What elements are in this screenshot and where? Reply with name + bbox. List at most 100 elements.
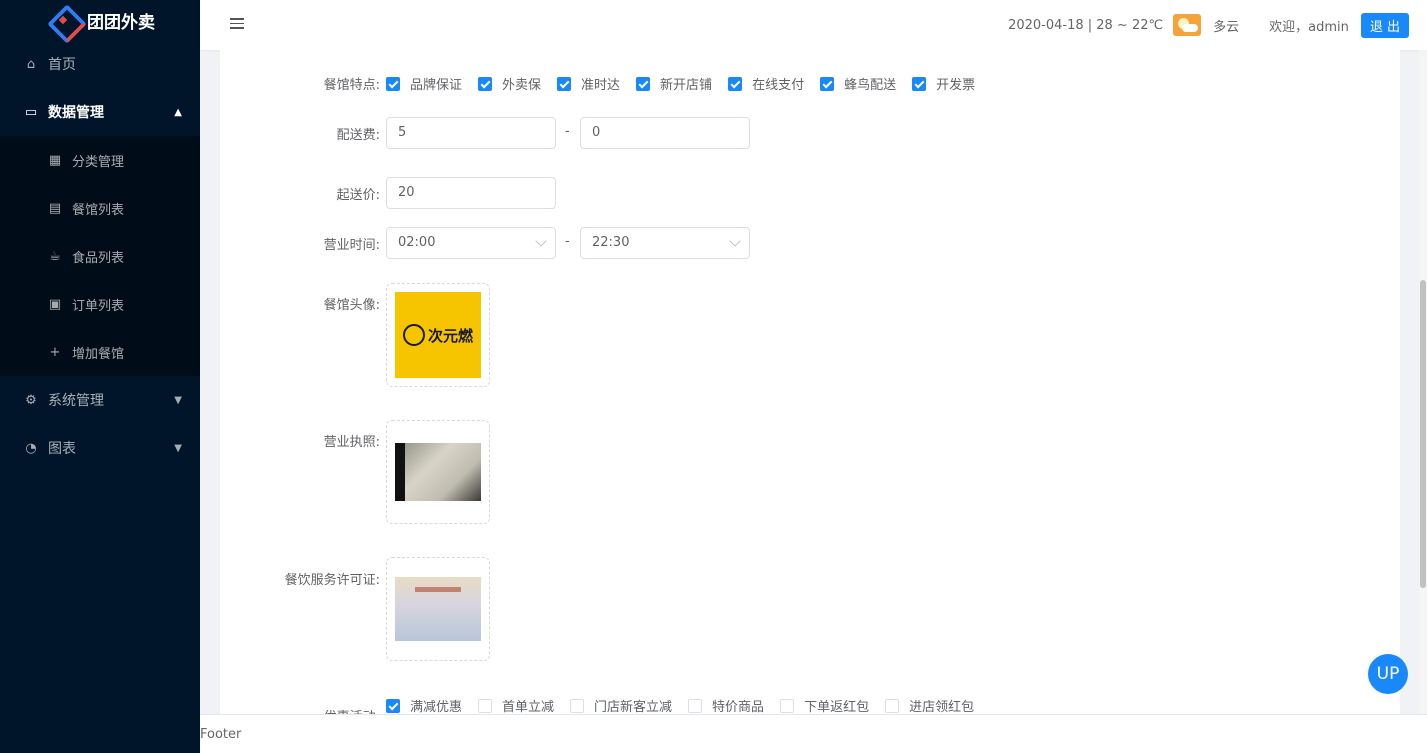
menu-label-category: 分类管理 <box>72 154 125 170</box>
license-label: 营业执照: <box>323 435 380 450</box>
avatar-label: 餐馆头像: <box>323 298 380 313</box>
menu-item-food-list[interactable]: ☕ 食品列表 <box>0 232 200 280</box>
chevron-down-icon: ▼ <box>174 442 182 454</box>
scrollbar[interactable] <box>1419 50 1427 714</box>
promo-label: 优惠活动: <box>220 706 380 714</box>
feature-checkbox[interactable]: 品牌保证 <box>386 74 462 93</box>
home-icon: ⌂ <box>26 56 36 72</box>
food-permit-image <box>395 577 481 641</box>
promo-checkbox[interactable]: 门店新客立减 <box>570 696 672 714</box>
menu-label-add-shop: 增加餐馆 <box>72 346 125 362</box>
promo-option-label: 特价商品 <box>712 700 765 714</box>
checkbox-checked-icon <box>728 76 743 91</box>
shop-icon: ▤ <box>48 200 62 216</box>
menu-item-order-list[interactable]: ▣ 订单列表 <box>0 280 200 328</box>
menu-label-shop-list: 餐馆列表 <box>72 202 125 218</box>
calendar-icon: ▣ <box>48 296 62 312</box>
sidebar: 团团外卖 ⌂ 首页 ▭ 数据管理 ▲ ▦ 分类管理 ▤ 餐馆列表 ☕ 食品列表 … <box>0 0 200 753</box>
feature-checkbox[interactable]: 准时达 <box>557 74 620 93</box>
menu-item-add-shop[interactable]: + 增加餐馆 <box>0 328 200 376</box>
chevron-down-icon <box>729 235 741 247</box>
checkbox-icon <box>780 698 795 713</box>
chevron-up-icon: ▲ <box>174 106 182 118</box>
grid-icon: ▦ <box>48 152 62 168</box>
permit-uploader[interactable] <box>386 557 490 661</box>
hours-label: 营业时间: <box>323 238 380 253</box>
promo-checkbox[interactable]: 下单返红包 <box>780 696 869 714</box>
menu-label-data: 数据管理 <box>48 105 104 121</box>
scrollbar-thumb[interactable] <box>1420 280 1426 588</box>
feature-checkbox[interactable]: 在线支付 <box>728 74 804 93</box>
menu-item-data-management[interactable]: ▭ 数据管理 ▲ <box>0 88 200 136</box>
promo-checkbox[interactable]: 进店领红包 <box>885 696 974 714</box>
min-order-input[interactable]: 20 <box>386 177 556 209</box>
feature-checkbox[interactable]: 新开店铺 <box>636 74 712 93</box>
delivery-fee-min-input[interactable]: 5 <box>386 117 556 149</box>
license-uploader[interactable] <box>386 420 490 524</box>
checkbox-checked-icon <box>478 76 493 91</box>
menu-item-category[interactable]: ▦ 分类管理 <box>0 136 200 184</box>
welcome-text: 欢迎，admin <box>1269 19 1349 35</box>
menu-label-charts: 图表 <box>48 441 76 457</box>
pie-chart-icon: ◔ <box>25 440 37 456</box>
coffee-icon: ☕ <box>49 248 61 264</box>
promo-option-label: 门店新客立减 <box>594 700 673 714</box>
feature-label: 开发票 <box>936 78 976 93</box>
shop-logo-mark <box>402 324 425 346</box>
checkbox-icon <box>478 698 493 713</box>
app-title: 团团外卖 <box>87 12 155 33</box>
promo-checkbox[interactable]: 首单立减 <box>478 696 554 714</box>
open-time-value: 02:00 <box>398 235 436 250</box>
feature-label: 外卖保 <box>502 78 542 93</box>
checkbox-checked-icon <box>912 76 927 91</box>
features-label: 餐馆特点: <box>323 78 380 93</box>
feature-label: 品牌保证 <box>410 78 463 93</box>
checkbox-icon <box>885 698 900 713</box>
menu-label-food-list: 食品列表 <box>72 250 125 266</box>
open-time-select[interactable]: 02:00 <box>386 227 556 259</box>
promo-checkbox[interactable]: 满减优惠 <box>386 696 462 714</box>
delivery-fee-label: 配送费: <box>336 128 380 143</box>
gear-icon: ⚙ <box>25 392 37 408</box>
range-dash: - <box>565 124 570 139</box>
delivery-fee-max-input[interactable]: 0 <box>580 117 750 149</box>
header-right: 2020-04-18 | 28 ~ 22℃ 多云 欢迎，admin 退 出 <box>1008 12 1409 38</box>
promo-option-label: 满减优惠 <box>410 700 463 714</box>
logout-button[interactable]: 退 出 <box>1360 12 1409 38</box>
close-time-value: 22:30 <box>592 235 630 250</box>
checkbox-icon <box>570 698 585 713</box>
logo-icon <box>48 5 78 35</box>
feature-checkbox[interactable]: 外卖保 <box>478 74 541 93</box>
cloudy-weather-icon <box>1173 14 1202 36</box>
promo-option-label: 首单立减 <box>502 700 555 714</box>
footer-text: Footer <box>200 726 242 742</box>
avatar-uploader[interactable]: 次元燃 <box>386 283 490 387</box>
promo-checkbox[interactable]: 特价商品 <box>688 696 764 714</box>
date-temperature: 2020-04-18 | 28 ~ 22℃ <box>1008 17 1164 33</box>
header: 2020-04-18 | 28 ~ 22℃ 多云 欢迎，admin 退 出 <box>200 0 1427 50</box>
shop-logo-text: 次元燃 <box>427 326 473 345</box>
checkbox-checked-icon <box>386 698 400 713</box>
menu-fold-icon[interactable] <box>230 18 244 32</box>
main-content: 餐馆特点: 品牌保证 外卖保 准时达 新开店铺 在线支付 蜂鸟配送 开发票 配送… <box>220 50 1400 714</box>
feature-label: 新开店铺 <box>660 78 713 93</box>
chevron-down-icon <box>535 235 547 247</box>
shop-avatar-image: 次元燃 <box>395 292 481 378</box>
menu-label-system: 系统管理 <box>48 393 104 409</box>
menu-item-shop-list[interactable]: ▤ 餐馆列表 <box>0 184 200 232</box>
promo-option-label: 进店领红包 <box>909 700 975 714</box>
menu-item-home[interactable]: ⌂ 首页 <box>0 40 200 88</box>
plus-icon: + <box>49 344 61 360</box>
feature-label: 蜂鸟配送 <box>844 78 897 93</box>
business-license-image <box>395 443 481 501</box>
menu-item-charts[interactable]: ◔ 图表 ▼ <box>0 424 200 472</box>
promo-option-label: 下单返红包 <box>804 700 870 714</box>
menu-item-system[interactable]: ⚙ 系统管理 ▼ <box>0 376 200 424</box>
feature-checkbox[interactable]: 蜂鸟配送 <box>820 74 896 93</box>
feature-checkbox[interactable]: 开发票 <box>912 74 975 93</box>
app-logo[interactable]: 团团外卖 <box>0 0 200 40</box>
close-time-select[interactable]: 22:30 <box>580 227 750 259</box>
range-dash: - <box>565 234 570 249</box>
back-to-top-button[interactable]: UP <box>1368 654 1408 694</box>
checkbox-checked-icon <box>557 76 572 91</box>
